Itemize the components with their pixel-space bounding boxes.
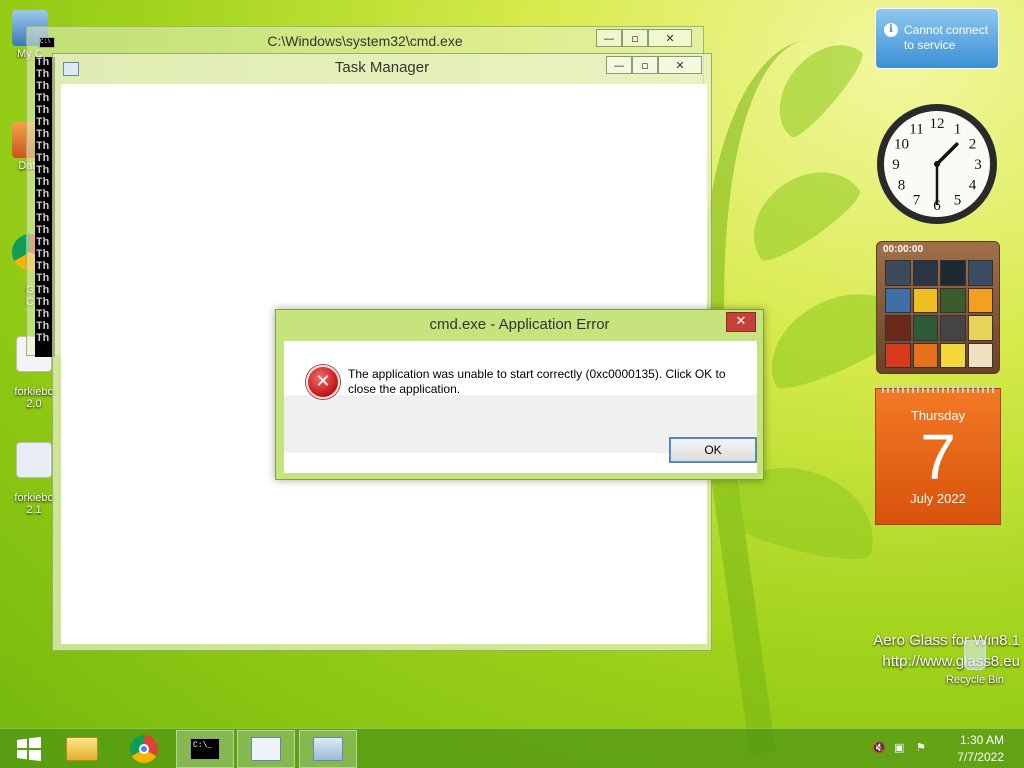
- taskbar-chrome[interactable]: [115, 730, 173, 768]
- calendar-day: 7: [920, 421, 956, 493]
- taskbar-clock[interactable]: 1:30 AM 7/7/2022: [957, 732, 1004, 766]
- clock-numeral: 7: [913, 193, 921, 209]
- error-icon: ✕: [306, 365, 340, 399]
- monitor-chart-icon: [313, 737, 343, 761]
- clock-numeral: 8: [898, 178, 906, 194]
- system-tray: 🔇 ▣ ⚑: [872, 741, 930, 755]
- puzzle-tile[interactable]: [967, 342, 993, 368]
- puzzle-tile[interactable]: [885, 287, 911, 313]
- clock-center-pin: [934, 161, 940, 167]
- puzzle-tile[interactable]: [912, 315, 938, 341]
- calendar-month-year: July 2022: [910, 491, 966, 506]
- clock-time: 1:30 AM: [959, 733, 1004, 747]
- windows-logo-icon: [17, 737, 41, 761]
- clock-numeral: 4: [969, 178, 977, 194]
- gear-icon: [16, 442, 52, 478]
- puzzle-tile[interactable]: [940, 260, 966, 286]
- start-button[interactable]: [0, 730, 58, 768]
- clock-numeral: 10: [894, 137, 909, 153]
- action-center-icon[interactable]: ⚑: [916, 741, 930, 755]
- info-icon: i: [884, 23, 898, 37]
- recycle-bin-icon: [964, 640, 986, 670]
- dialog-title: cmd.exe - Application Error: [429, 316, 610, 333]
- clock-numeral: 12: [930, 116, 945, 132]
- puzzle-tile[interactable]: [940, 287, 966, 313]
- recycle-bin-label: Recycle Bin: [945, 674, 1005, 686]
- cmd-icon: C:\_: [190, 738, 220, 760]
- maximize-button[interactable]: ▫: [632, 56, 658, 74]
- puzzle-tile[interactable]: [912, 342, 938, 368]
- chrome-icon: [130, 735, 158, 763]
- puzzle-tile[interactable]: [912, 260, 938, 286]
- clock-date: 7/7/2022: [957, 750, 1004, 764]
- volume-muted-icon[interactable]: 🔇: [872, 741, 886, 755]
- puzzle-tile[interactable]: [885, 342, 911, 368]
- taskbar-resource-monitor[interactable]: [299, 730, 357, 768]
- puzzle-timer: 00:00:00: [883, 244, 924, 255]
- application-error-dialog[interactable]: cmd.exe - Application Error ✕ ✕ The appl…: [275, 309, 764, 480]
- calendar-gadget[interactable]: Thursday 7 July 2022: [875, 385, 1001, 525]
- minimize-button[interactable]: —: [596, 29, 622, 47]
- puzzle-tile[interactable]: [940, 342, 966, 368]
- close-button[interactable]: ✕: [658, 56, 702, 74]
- puzzle-tile[interactable]: [885, 260, 911, 286]
- clock-numeral: 3: [974, 157, 982, 173]
- notification-text: Cannot connect to service: [904, 23, 989, 52]
- dialog-body: ✕ The application was unable to start co…: [284, 341, 757, 473]
- minimize-button[interactable]: —: [606, 56, 632, 74]
- puzzle-tile[interactable]: [885, 315, 911, 341]
- clock-numeral: 9: [892, 157, 900, 173]
- puzzle-tile[interactable]: [912, 287, 938, 313]
- puzzle-tile[interactable]: [940, 315, 966, 341]
- clock-numeral: 5: [954, 193, 962, 209]
- clock-numeral: 2: [969, 137, 977, 153]
- puzzle-tile[interactable]: [967, 260, 993, 286]
- notification-gadget[interactable]: i Cannot connect to service: [875, 8, 999, 69]
- puzzle-grid[interactable]: [885, 260, 993, 368]
- calendar-rings: [882, 385, 996, 393]
- close-button[interactable]: ✕: [648, 29, 692, 47]
- maximize-button[interactable]: ▫: [622, 29, 648, 47]
- clock-gadget[interactable]: 12 1234567891011: [875, 102, 999, 226]
- puzzle-tile[interactable]: [967, 287, 993, 313]
- clock-numeral: 11: [909, 121, 923, 137]
- taskbar: C:\_ 🔇 ▣ ⚑ 1:30 AM 7/7/2022: [0, 728, 1024, 768]
- taskbar-cmd[interactable]: C:\_: [176, 730, 234, 768]
- network-icon[interactable]: ▣: [894, 741, 908, 755]
- ok-button[interactable]: OK: [669, 437, 757, 463]
- desktop-icon-recycle-bin[interactable]: Recycle Bin: [944, 640, 1006, 686]
- error-message: The application was unable to start corr…: [348, 367, 726, 396]
- close-button[interactable]: ✕: [726, 312, 756, 332]
- folder-icon: [66, 737, 98, 761]
- task-manager-icon: [251, 737, 281, 761]
- puzzle-tile[interactable]: [967, 315, 993, 341]
- clock-numeral: 1: [954, 121, 962, 137]
- taskbar-file-explorer[interactable]: [53, 730, 111, 768]
- picture-puzzle-gadget[interactable]: 00:00:00: [876, 241, 1000, 374]
- taskbar-task-manager[interactable]: [237, 730, 295, 768]
